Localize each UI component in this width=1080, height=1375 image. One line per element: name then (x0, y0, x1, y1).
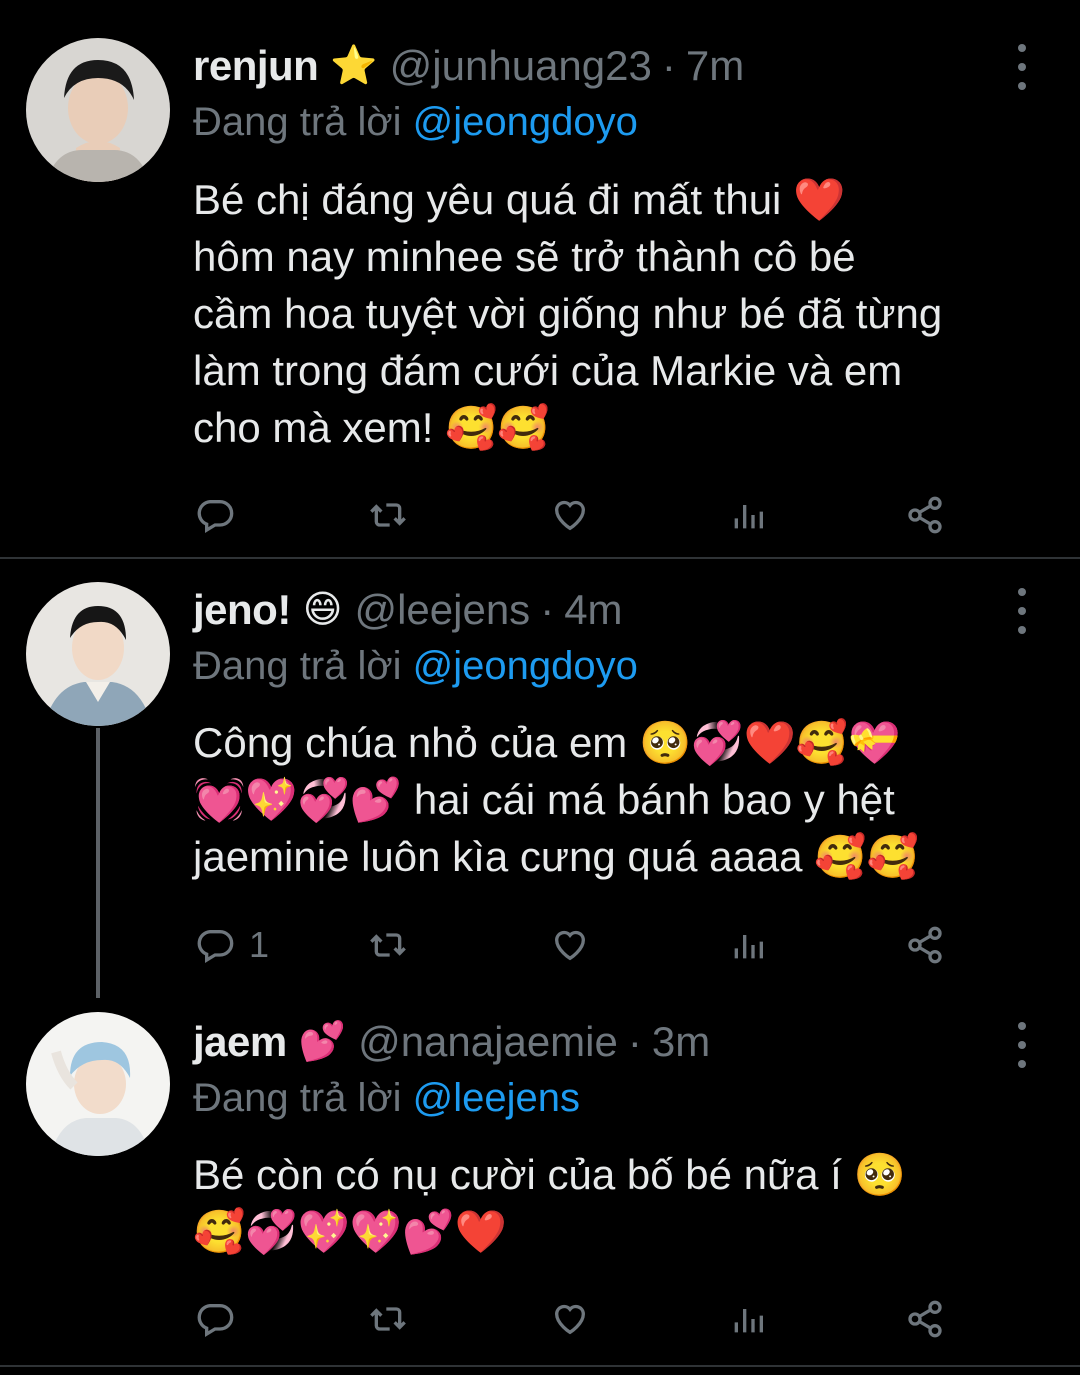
like-icon (554, 500, 586, 531)
reply-icon (197, 930, 234, 963)
reply-button[interactable] (195, 1296, 249, 1342)
avatar-jeno[interactable] (26, 582, 170, 726)
separator-dot: · (540, 586, 555, 633)
analytics-button[interactable] (728, 922, 768, 968)
user-handle[interactable]: @leejens (354, 586, 530, 634)
tweet-renjun[interactable]: renjun ⭐ @junhuang23 · 7m Đang trả lời @… (0, 0, 1080, 560)
tweet-header: jaem 💕 @nanajaemie · 3m (193, 1014, 710, 1070)
reply-button[interactable] (195, 492, 249, 538)
tweet-jeno[interactable]: jeno! 😄 @leejens · 4m Đang trả lời @jeon… (0, 560, 1080, 998)
name-emoji-badge: 💕 (298, 1021, 347, 1063)
tweet-divider (0, 557, 1080, 559)
tweet-text: Bé chị đáng yêu quá đi mất thui ❤️ hôm n… (193, 176, 943, 451)
timestamp[interactable]: 7m (686, 42, 744, 90)
tweet-header: jeno! 😄 @leejens · 4m (193, 582, 623, 638)
analytics-icon (734, 505, 763, 529)
timestamp[interactable]: 4m (564, 586, 622, 634)
replying-to: Đang trả lời @leejens (193, 1076, 580, 1121)
user-handle[interactable]: @nanajaemie (358, 1018, 618, 1066)
share-button[interactable] (905, 922, 945, 968)
name-emoji-badge: 😄 (302, 589, 343, 631)
reply-mention-link[interactable]: @jeongdoyo (413, 100, 638, 144)
tweet-text: Công chúa nhỏ của em 🥺💞❤️🥰💝 💓💖💞💕 hai cái… (193, 719, 919, 880)
display-name[interactable]: jaem (193, 1018, 287, 1066)
tweet-actions: 1 (193, 922, 993, 968)
retweet-button[interactable] (368, 1296, 408, 1342)
analytics-icon (734, 935, 763, 959)
analytics-button[interactable] (728, 492, 768, 538)
more-icon[interactable] (1010, 44, 1034, 90)
replying-prefix: Đang trả lời (193, 644, 402, 688)
retweet-button[interactable] (368, 492, 408, 538)
retweet-icon (370, 503, 406, 527)
reply-mention-link[interactable]: @leejens (413, 1076, 580, 1120)
avatar-renjun[interactable] (26, 38, 170, 182)
share-button[interactable] (905, 1296, 945, 1342)
display-name[interactable]: renjun (193, 42, 319, 90)
like-button[interactable] (550, 492, 590, 538)
like-button[interactable] (550, 922, 590, 968)
reply-count: 1 (249, 924, 270, 965)
share-icon (908, 1300, 942, 1338)
timestamp[interactable]: 3m (652, 1018, 710, 1066)
thread-connector (96, 728, 100, 998)
analytics-icon (734, 1309, 763, 1333)
tweet-header: renjun ⭐ @junhuang23 · 7m (193, 38, 744, 94)
separator-dot: · (661, 42, 676, 89)
share-icon (908, 496, 942, 534)
tweet-divider (0, 1365, 1080, 1367)
share-icon (908, 926, 942, 964)
replying-to: Đang trả lời @jeongdoyo (193, 644, 638, 689)
retweet-button[interactable] (368, 922, 408, 968)
more-icon[interactable] (1010, 1022, 1034, 1068)
tweet-actions (193, 1296, 993, 1342)
reply-button[interactable]: 1 (195, 922, 269, 968)
replying-prefix: Đang trả lời (193, 100, 402, 144)
name-emoji-badge: ⭐ (330, 45, 378, 87)
like-icon (554, 1304, 586, 1335)
tweet-actions (193, 492, 993, 538)
display-name[interactable]: jeno! (193, 586, 291, 634)
reply-mention-link[interactable]: @jeongdoyo (413, 644, 638, 688)
reply-icon (197, 1304, 234, 1337)
analytics-button[interactable] (728, 1296, 768, 1342)
tweet-text: Bé còn có nụ cười của bố bé nữa í 🥺 🥰💞💖💖… (193, 1151, 906, 1255)
separator-dot: · (627, 1018, 642, 1065)
share-button[interactable] (905, 492, 945, 538)
replying-prefix: Đang trả lời (193, 1076, 402, 1120)
retweet-icon (370, 1307, 406, 1331)
avatar-jaem[interactable] (26, 1012, 170, 1156)
like-icon (554, 930, 586, 961)
retweet-icon (370, 933, 406, 957)
like-button[interactable] (550, 1296, 590, 1342)
replying-to: Đang trả lời @jeongdoyo (193, 100, 638, 145)
tweet-jaem[interactable]: jaem 💕 @nanajaemie · 3m Đang trả lời @le… (0, 998, 1080, 1375)
more-icon[interactable] (1010, 588, 1034, 634)
reply-icon (197, 500, 234, 533)
user-handle[interactable]: @junhuang23 (390, 42, 652, 90)
